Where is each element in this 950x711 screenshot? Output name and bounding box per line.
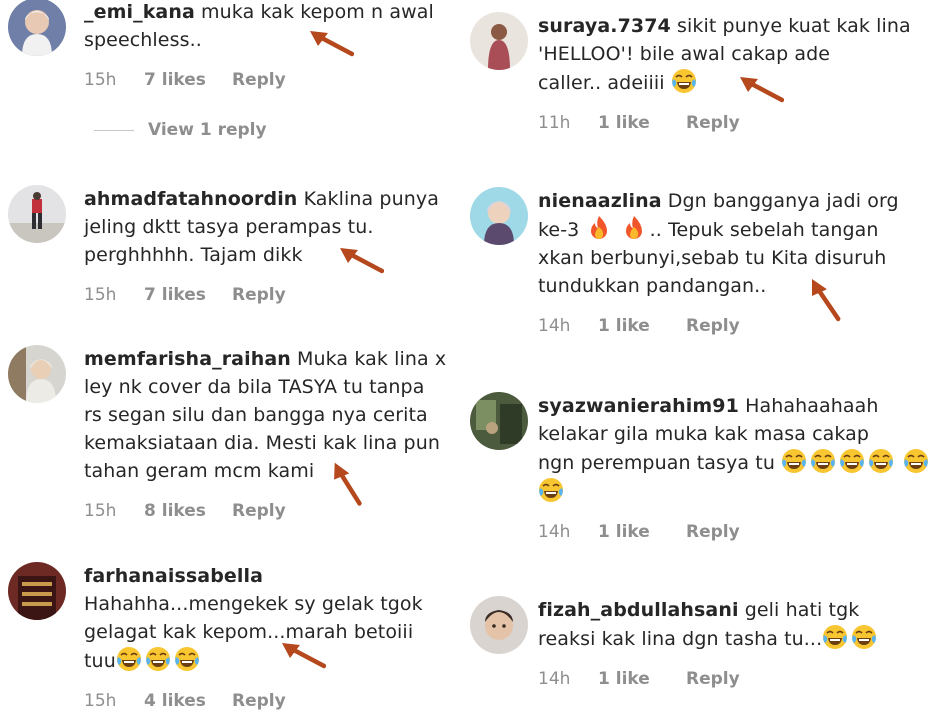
avatar[interactable] [470,392,528,450]
avatar[interactable] [470,596,528,654]
reply-button[interactable]: Reply [686,113,740,133]
laughing-emoji-icon [781,448,807,474]
reply-button[interactable]: Reply [232,691,286,711]
laughing-emoji-icon [851,624,877,650]
comment-meta: 11h 1 like Reply [538,113,911,133]
reply-button[interactable]: Reply [686,316,740,336]
view-replies-label: View 1 reply [148,120,267,140]
likes-count[interactable]: 1 like [598,113,686,133]
avatar[interactable] [470,187,528,245]
likes-count[interactable]: 7 likes [144,70,232,90]
timestamp: 14h [538,522,571,542]
annotation-arrow [336,245,384,275]
username[interactable]: syazwanierahim91 [538,395,739,417]
comment-meta: 15h 4 likes Reply [84,691,423,711]
laughing-emoji-icon [116,646,142,672]
likes-count[interactable]: 1 like [598,669,686,689]
comment-meta: 15h 8 likes Reply [84,501,446,521]
laughing-emoji-icon [839,448,865,474]
laughing-emoji-icon [671,68,697,94]
fire-emoji-icon [586,215,612,241]
timestamp: 11h [538,113,571,133]
laughing-emoji-icon [145,646,171,672]
timestamp: 14h [538,316,571,336]
annotation-arrow [736,74,784,104]
comment-body: memfarisha_raihan Muka kak lina x ley nk… [84,345,446,521]
timestamp: 15h [84,691,117,711]
username[interactable]: suraya.7374 [538,15,671,37]
timestamp: 14h [538,669,571,689]
username[interactable]: farhanaissabella [84,565,263,587]
laughing-emoji-icon [868,448,894,474]
likes-count[interactable]: 4 likes [144,691,232,711]
avatar[interactable] [8,345,66,403]
laughing-emoji-icon [810,448,836,474]
avatar[interactable] [8,562,66,620]
comment-body: syazwanierahim91 Hahahaahaah kelakar gil… [538,392,950,542]
laughing-emoji-icon [538,477,564,503]
avatar[interactable] [470,12,528,70]
left-column: _emi_kana muka kak kepom n awal speechle… [0,0,470,711]
reply-button[interactable]: Reply [686,669,740,689]
avatar[interactable] [8,0,66,56]
comment-meta: 15h 7 likes Reply [84,70,434,90]
likes-count[interactable]: 7 likes [144,285,232,305]
laughing-emoji-icon [903,448,929,474]
likes-count[interactable]: 8 likes [144,501,232,521]
comment-body: farhanaissabella Hahahha...mengekek sy g… [84,562,423,711]
reply-button[interactable]: Reply [686,522,740,542]
laughing-emoji-icon [174,646,200,672]
comment-body: fizah_abdullahsani geli hati tgk reaksi … [538,596,880,689]
annotation-arrow [306,28,354,58]
comment-body: _emi_kana muka kak kepom n awal speechle… [84,0,434,90]
comment-body: nienaazlina Dgn bangganya jadi org ke-3 … [538,187,899,336]
comment-meta: 15h 7 likes Reply [84,285,439,305]
comment-meta: 14h 1 like Reply [538,522,950,542]
reply-button[interactable]: Reply [232,501,286,521]
username[interactable]: _emi_kana [84,1,195,23]
reply-button[interactable]: Reply [232,70,286,90]
right-column: suraya.7374 sikit punye kuat kak lina 'H… [470,0,950,700]
view-replies-button[interactable]: View 1 reply [94,120,267,140]
laughing-emoji-icon [822,624,848,650]
divider [94,129,134,131]
comment-meta: 14h 1 like Reply [538,316,899,336]
username[interactable]: fizah_abdullahsani [538,599,739,621]
comment-body: ahmadfatahnoordin Kaklina punya jeling d… [84,185,439,305]
username[interactable]: nienaazlina [538,190,662,212]
timestamp: 15h [84,70,117,90]
likes-count[interactable]: 1 like [598,522,686,542]
avatar[interactable] [8,185,66,243]
comment-meta: 14h 1 like Reply [538,669,880,689]
timestamp: 15h [84,285,117,305]
username[interactable]: memfarisha_raihan [84,348,291,370]
likes-count[interactable]: 1 like [598,316,686,336]
timestamp: 15h [84,501,117,521]
username[interactable]: ahmadfatahnoordin [84,188,297,210]
fire-emoji-icon [621,215,647,241]
annotation-arrow [278,640,326,670]
comment-body: suraya.7374 sikit punye kuat kak lina 'H… [538,12,911,133]
reply-button[interactable]: Reply [232,285,286,305]
